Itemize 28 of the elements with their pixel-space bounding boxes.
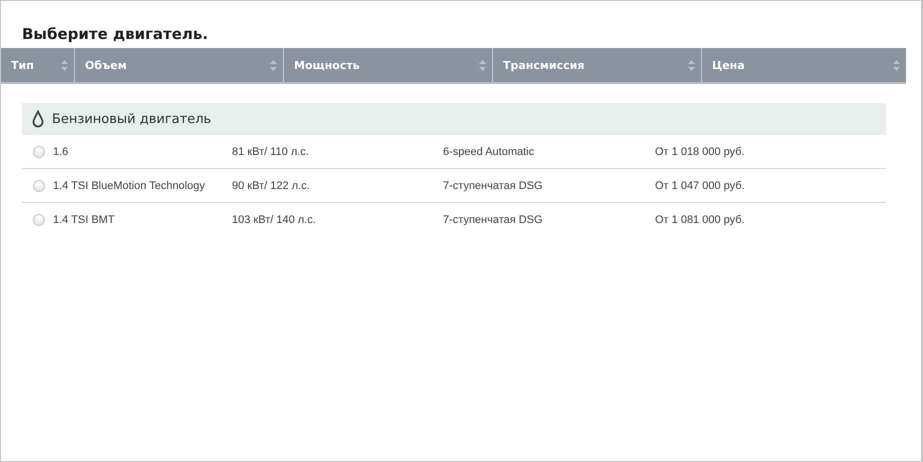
column-header[interactable]: Тип bbox=[1, 48, 74, 82]
group-label: Бензиновый двигатель bbox=[52, 112, 212, 126]
column-header[interactable]: Объем bbox=[74, 48, 283, 82]
engine-name: 1.4 TSI BlueMotion Technology bbox=[53, 180, 206, 192]
power-cell-text: 103 кВт/ 140 л.с. bbox=[232, 214, 317, 226]
price-cell-text: От 1 018 000 руб. bbox=[655, 146, 746, 158]
sort-icon[interactable] bbox=[893, 60, 900, 70]
sort-icon[interactable] bbox=[479, 60, 486, 70]
sort-icon[interactable] bbox=[688, 60, 695, 70]
engine-name: 1.4 TSI BMT bbox=[53, 214, 116, 226]
sort-icon[interactable] bbox=[61, 60, 68, 70]
power-cell-text: 90 кВт/ 122 л.с. bbox=[232, 180, 311, 192]
radio-button[interactable] bbox=[33, 214, 45, 226]
power-cell-text: 81 кВт/ 110 л.с. bbox=[232, 146, 310, 158]
transmission-cell-text: 7-ступенчатая DSG bbox=[443, 180, 544, 192]
column-header[interactable]: Цена bbox=[701, 48, 906, 82]
price-cell-text: От 1 081 000 руб. bbox=[655, 214, 746, 226]
transmission-cell-text: 6-speed Automatic bbox=[443, 146, 536, 158]
sort-icon[interactable] bbox=[270, 60, 277, 70]
transmission-cell-text: 7-ступенчатая DSG bbox=[443, 214, 544, 226]
radio-button[interactable] bbox=[33, 180, 45, 192]
page-title: Выберите двигатель. bbox=[21, 24, 210, 45]
price-cell-text: От 1 047 000 руб. bbox=[655, 180, 746, 192]
column-header[interactable]: Трансмиссия bbox=[492, 48, 701, 82]
drop-icon bbox=[32, 110, 44, 128]
column-header[interactable]: Мощность bbox=[283, 48, 492, 82]
engine-name: 1.6 bbox=[53, 146, 70, 158]
radio-button[interactable] bbox=[33, 146, 45, 158]
